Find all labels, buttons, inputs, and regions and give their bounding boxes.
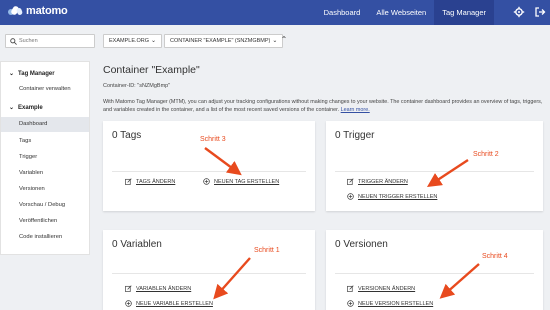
site-selector[interactable]: EXAMPLE.ORG ⌄ [103, 34, 163, 48]
sidebar-item-manage-containers[interactable]: Container verwalten [1, 82, 89, 97]
page-title: Container "Example" [103, 64, 200, 76]
trigger-card: 0 Trigger TRIGGER ÄNDERN NEUEN TRIGGER E… [326, 121, 543, 211]
site-search[interactable] [5, 34, 95, 48]
sidebar: ⌄ Tag Manager Container verwalten ⌄ Exam… [0, 61, 90, 255]
edit-icon [347, 178, 354, 185]
edit-variables-link[interactable]: VARIABLEN ÄNDERN [125, 285, 191, 292]
create-tag-label: NEUEN TAG ERSTELLEN [214, 178, 280, 185]
container-selector-label: CONTAINER "EXAMPLE" (SNZMGBMP) [170, 38, 271, 44]
create-version-link[interactable]: NEUE VERSION ERSTELLEN [347, 300, 433, 307]
sidebar-item-install-code[interactable]: Code installieren [1, 230, 89, 245]
step-3-label: Schritt 3 [200, 136, 226, 143]
add-circle-icon [125, 300, 132, 307]
edit-trigger-link[interactable]: TRIGGER ÄNDERN [347, 178, 408, 185]
add-circle-icon [347, 300, 354, 307]
edit-tags-link[interactable]: TAGS ÄNDERN [125, 178, 175, 185]
sidebar-item-trigger[interactable]: Trigger [1, 150, 89, 165]
create-tag-link[interactable]: NEUEN TAG ERSTELLEN [203, 178, 279, 185]
matomo-logo[interactable]: matomo [8, 5, 68, 17]
chevron-down-icon: ⌄ [151, 38, 157, 44]
edit-versions-link[interactable]: VERSIONEN ÄNDERN [347, 285, 415, 292]
edit-tags-label: TAGS ÄNDERN [136, 178, 176, 185]
tags-card: 0 Tags TAGS ÄNDERN NEUEN TAG ERSTELLEN [103, 121, 315, 211]
sidebar-item-publish[interactable]: Veröffentlichen [1, 214, 89, 229]
divider [335, 171, 534, 172]
sidebar-section-label: Tag Manager [18, 70, 55, 77]
edit-icon [125, 285, 132, 292]
step-1-label: Schritt 1 [254, 247, 280, 254]
nav-tag-manager[interactable]: Tag Manager [434, 0, 494, 25]
edit-icon [125, 178, 132, 185]
variables-count-title: 0 Variablen [112, 239, 162, 250]
top-bar: matomo Dashboard Alle Webseiten Tag Mana… [0, 0, 550, 25]
sidebar-item-tags[interactable]: Tags [1, 134, 89, 149]
tags-count-title: 0 Tags [112, 130, 142, 141]
logout-icon[interactable] [534, 6, 546, 18]
sidebar-section-example[interactable]: ⌄ Example [9, 104, 43, 112]
intro-text: With Matomo Tag Manager (MTM), you can a… [103, 98, 543, 114]
search-icon [10, 38, 17, 45]
nav-all-websites[interactable]: Alle Webseiten [368, 0, 434, 25]
edit-icon [347, 285, 354, 292]
edit-trigger-label: TRIGGER ÄNDERN [358, 178, 408, 185]
logo-text: matomo [26, 5, 68, 17]
sidebar-item-versions[interactable]: Versionen [1, 182, 89, 197]
create-version-label: NEUE VERSION ERSTELLEN [358, 300, 434, 307]
gear-icon[interactable] [513, 6, 525, 18]
top-nav: Dashboard Alle Webseiten Tag Manager [316, 0, 494, 25]
sidebar-item-dashboard[interactable]: Dashboard [1, 117, 89, 132]
site-selector-label: EXAMPLE.ORG [109, 38, 150, 44]
sidebar-section-tag-manager[interactable]: ⌄ Tag Manager [9, 70, 55, 78]
create-trigger-link[interactable]: NEUEN TRIGGER ERSTELLEN [347, 193, 437, 200]
create-variable-link[interactable]: NEUE VARIABLE ERSTELLEN [125, 300, 213, 307]
add-circle-icon [347, 193, 354, 200]
collapse-icon[interactable]: ⌃ [278, 34, 290, 46]
versions-count-title: 0 Versionen [335, 239, 388, 250]
matomo-logo-icon [8, 5, 24, 17]
intro-body: With Matomo Tag Manager (MTM), you can a… [103, 99, 543, 113]
divider [112, 273, 306, 274]
chevron-down-icon: ⌄ [9, 71, 15, 77]
sidebar-item-variables[interactable]: Variablen [1, 166, 89, 181]
add-circle-icon [203, 178, 210, 185]
nav-dashboard[interactable]: Dashboard [316, 0, 369, 25]
create-trigger-label: NEUEN TRIGGER ERSTELLEN [358, 193, 438, 200]
container-selector[interactable]: CONTAINER "EXAMPLE" (SNZMGBMP) ⌄ [164, 34, 284, 48]
search-input[interactable] [19, 36, 93, 46]
step-2-label: Schritt 2 [473, 151, 499, 158]
sidebar-item-preview-debug[interactable]: Vorschau / Debug [1, 198, 89, 213]
variables-card: 0 Variablen VARIABLEN ÄNDERN NEUE VARIAB… [103, 230, 315, 310]
edit-variables-label: VARIABLEN ÄNDERN [136, 285, 192, 292]
divider [335, 273, 534, 274]
trigger-count-title: 0 Trigger [335, 130, 375, 141]
create-variable-label: NEUE VARIABLE ERSTELLEN [136, 300, 213, 307]
container-id: Container-ID: "sNZMgBmp" [103, 83, 171, 89]
edit-versions-label: VERSIONEN ÄNDERN [358, 285, 416, 292]
sidebar-section-label: Example [18, 104, 43, 111]
chevron-down-icon: ⌄ [9, 105, 15, 111]
versions-card: 0 Versionen VERSIONEN ÄNDERN NEUE VERSIO… [326, 230, 543, 310]
divider [112, 171, 306, 172]
step-4-label: Schritt 4 [482, 253, 508, 260]
chevron-down-icon: ⌄ [272, 38, 278, 44]
learn-more-link[interactable]: Learn more. [341, 107, 370, 113]
